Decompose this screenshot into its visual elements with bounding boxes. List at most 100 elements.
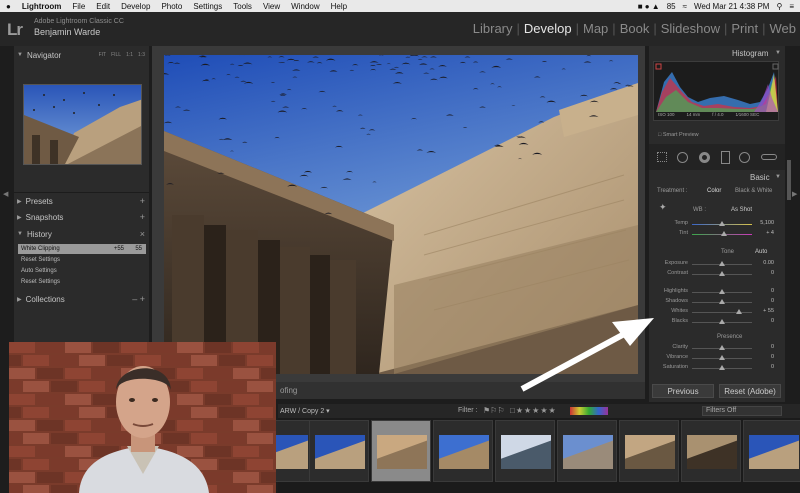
identity-plate: Benjamin Warde <box>34 27 101 37</box>
filmstrip-thumbnail[interactable] <box>495 420 555 482</box>
left-panel-toggle-icon[interactable]: ◀ <box>3 190 8 198</box>
collapse-triangle-icon: ▶ <box>17 296 22 303</box>
soft-proofing-label[interactable]: ofing <box>280 386 297 395</box>
spot-removal-icon[interactable] <box>677 152 688 163</box>
menu-list-icon[interactable]: ≡ <box>789 2 794 11</box>
highlights-slider[interactable]: Highlights 0 <box>657 288 781 297</box>
menu-develop[interactable]: Develop <box>121 2 150 11</box>
module-print[interactable]: Print <box>731 21 758 36</box>
reset-button[interactable]: Reset (Adobe) <box>719 384 781 398</box>
menu-help[interactable]: Help <box>331 2 347 11</box>
menu-window[interactable]: Window <box>291 2 319 11</box>
module-book[interactable]: Book <box>620 21 650 36</box>
menu-app[interactable]: Lightroom <box>22 2 62 11</box>
crop-tool-icon[interactable] <box>657 152 667 162</box>
source-path[interactable]: ARW / Copy 2 ▾ <box>280 407 330 415</box>
basic-header[interactable]: Basic <box>750 173 770 182</box>
filmstrip-thumbnail[interactable] <box>433 420 493 482</box>
menu-settings[interactable]: Settings <box>193 2 222 11</box>
contrast-slider[interactable]: Contrast 0 <box>657 270 781 279</box>
filmstrip <box>252 418 800 493</box>
module-map[interactable]: Map <box>583 21 608 36</box>
presets-header[interactable]: ▶ Presets + <box>14 194 149 208</box>
history-item[interactable]: Reset Settings <box>18 255 146 265</box>
lightroom-logo: Lr <box>7 20 23 39</box>
battery-level[interactable]: 85 <box>667 2 676 11</box>
navigator-preview[interactable] <box>23 84 142 165</box>
histogram-header[interactable]: Histogram <box>732 49 768 58</box>
whites-slider[interactable]: Whites + 55 <box>657 308 781 317</box>
blacks-slider[interactable]: Blacks 0 <box>657 318 781 327</box>
tone-label: Tone <box>721 249 735 255</box>
panel-triangle-icon[interactable]: ▼ <box>775 174 781 180</box>
history-item[interactable]: Reset Settings <box>18 277 146 287</box>
menu-view[interactable]: View <box>263 2 280 11</box>
tint-slider[interactable]: Tint + 4 <box>657 230 781 239</box>
status-icons[interactable]: ■ ● ▲ <box>638 2 660 11</box>
right-panel-toggle-icon[interactable]: ▶ <box>792 190 797 198</box>
clear-history-icon[interactable]: × <box>140 229 145 239</box>
filmstrip-thumbnail[interactable] <box>681 420 741 482</box>
nav-fill[interactable]: FILL <box>111 52 121 58</box>
color-label-filter[interactable] <box>570 407 608 415</box>
apple-icon[interactable]: ● <box>6 2 11 11</box>
clock[interactable]: Wed Mar 21 4:38 PM <box>694 2 769 11</box>
rating-filter-stars[interactable]: □★★★★★ <box>510 406 557 415</box>
menu-tools[interactable]: Tools <box>233 2 252 11</box>
presenter-webcam <box>9 342 276 493</box>
snapshots-header[interactable]: ▶ Snapshots + <box>14 210 149 224</box>
collections-header[interactable]: ▶ Collections – + <box>14 292 149 306</box>
red-eye-icon[interactable] <box>699 152 710 163</box>
module-web[interactable]: Web <box>770 21 797 36</box>
menu-file[interactable]: File <box>72 2 85 11</box>
image-canvas <box>152 46 645 382</box>
vibrance-slider[interactable]: Vibrance 0 <box>657 354 781 363</box>
exposure-slider[interactable]: Exposure 0.00 <box>657 260 781 269</box>
menu-photo[interactable]: Photo <box>161 2 182 11</box>
histogram[interactable]: ISO 100 14 mm f / 4.0 1⁄1600 SEC <box>653 61 779 121</box>
wifi-icon[interactable]: ≈ <box>683 2 687 11</box>
app-name: Adobe Lightroom Classic CC <box>34 18 124 25</box>
navigator-header[interactable]: ▼ Navigator FIT FILL 1:1 1:3 <box>14 48 149 62</box>
module-slideshow[interactable]: Slideshow <box>661 21 720 36</box>
previous-button[interactable]: Previous <box>652 384 714 398</box>
search-icon[interactable]: ⚲ <box>776 2 782 11</box>
saturation-slider[interactable]: Saturation 0 <box>657 364 781 373</box>
history-item[interactable]: White Clipping +55 55 <box>18 244 146 254</box>
add-snapshot-icon[interactable]: + <box>140 212 145 222</box>
wb-select[interactable]: As Shot <box>731 207 752 213</box>
smart-preview-label[interactable]: □ Smart Preview <box>658 132 699 138</box>
filmstrip-thumbnail[interactable] <box>371 420 431 482</box>
filmstrip-thumbnail[interactable] <box>743 420 800 482</box>
adjustment-brush-icon[interactable] <box>761 154 777 160</box>
history-header[interactable]: ▼ History × <box>14 227 149 241</box>
add-collection-icon[interactable]: – + <box>132 294 145 304</box>
nav-1-1[interactable]: 1:1 <box>126 52 133 58</box>
module-library[interactable]: Library <box>473 21 513 36</box>
filters-off-select[interactable]: Filters Off <box>702 406 782 416</box>
flag-filter-icon[interactable]: ⚑⚐⚐ <box>483 406 505 415</box>
module-develop[interactable]: Develop <box>524 21 572 36</box>
nav-fit[interactable]: FIT <box>99 52 107 58</box>
filmstrip-thumbnail[interactable] <box>619 420 679 482</box>
clarity-slider[interactable]: Clarity 0 <box>657 344 781 353</box>
filmstrip-thumbnail[interactable] <box>557 420 617 482</box>
filmstrip-thumbnail[interactable] <box>309 420 369 482</box>
panel-triangle-icon[interactable]: ▼ <box>775 50 781 56</box>
temp-slider[interactable]: Temp 5,100 <box>657 220 781 229</box>
tone-auto-button[interactable]: Auto <box>755 249 767 255</box>
treatment-color[interactable]: Color <box>707 188 721 194</box>
main-photo[interactable] <box>164 55 638 374</box>
graduated-filter-icon[interactable] <box>721 151 730 164</box>
radial-filter-icon[interactable] <box>739 152 750 163</box>
shadows-slider[interactable]: Shadows 0 <box>657 298 781 307</box>
wb-eyedropper-icon[interactable]: ✦ <box>659 202 667 213</box>
nav-1-3[interactable]: 1:3 <box>138 52 145 58</box>
menu-edit[interactable]: Edit <box>96 2 110 11</box>
module-header: Lr Adobe Lightroom Classic CC Benjamin W… <box>0 12 800 46</box>
filter-label: Filter : <box>458 407 478 414</box>
add-preset-icon[interactable]: + <box>140 196 145 206</box>
history-item[interactable]: Auto Settings <box>18 266 146 276</box>
right-panel-scrollbar[interactable] <box>787 160 791 200</box>
treatment-bw[interactable]: Black & White <box>735 188 772 194</box>
